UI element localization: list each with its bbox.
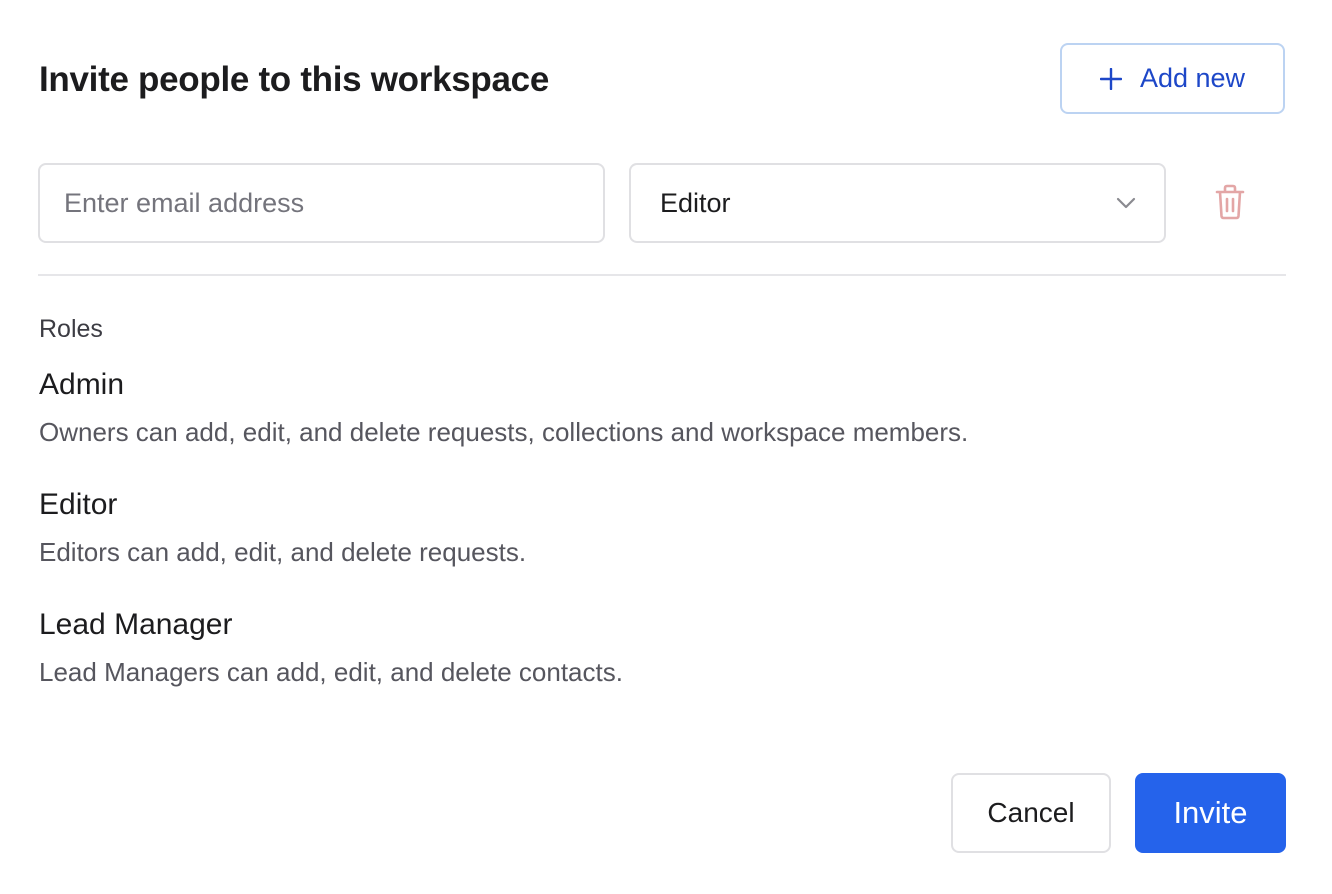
role-item-editor: Editor Editors can add, edit, and delete… xyxy=(39,486,526,569)
divider xyxy=(38,274,1286,276)
invite-dialog: Invite people to this workspace Add new … xyxy=(0,0,1332,894)
trash-icon xyxy=(1214,184,1246,225)
chevron-down-icon xyxy=(1116,197,1136,209)
role-item-admin: Admin Owners can add, edit, and delete r… xyxy=(39,366,968,449)
plus-icon xyxy=(1099,67,1122,90)
role-description: Lead Managers can add, edit, and delete … xyxy=(39,657,623,687)
role-name: Editor xyxy=(39,488,118,521)
cancel-button[interactable]: Cancel xyxy=(951,773,1111,853)
role-name: Admin xyxy=(39,368,125,401)
invite-button[interactable]: Invite xyxy=(1135,773,1286,853)
add-new-label: Add new xyxy=(1139,63,1246,93)
role-description: Owners can add, edit, and delete request… xyxy=(39,417,969,447)
dialog-title: Invite people to this workspace xyxy=(39,60,549,99)
email-input[interactable] xyxy=(38,163,605,243)
role-item-lead-manager: Lead Manager Lead Managers can add, edit… xyxy=(39,606,623,689)
role-select-value: Editor xyxy=(660,187,731,218)
role-description: Editors can add, edit, and delete reques… xyxy=(39,537,527,567)
role-select[interactable]: Editor xyxy=(629,163,1166,243)
delete-row-button[interactable] xyxy=(1208,182,1252,226)
add-new-button[interactable]: Add new xyxy=(1060,43,1285,114)
roles-heading: Roles xyxy=(39,315,103,343)
role-name: Lead Manager xyxy=(39,608,233,641)
